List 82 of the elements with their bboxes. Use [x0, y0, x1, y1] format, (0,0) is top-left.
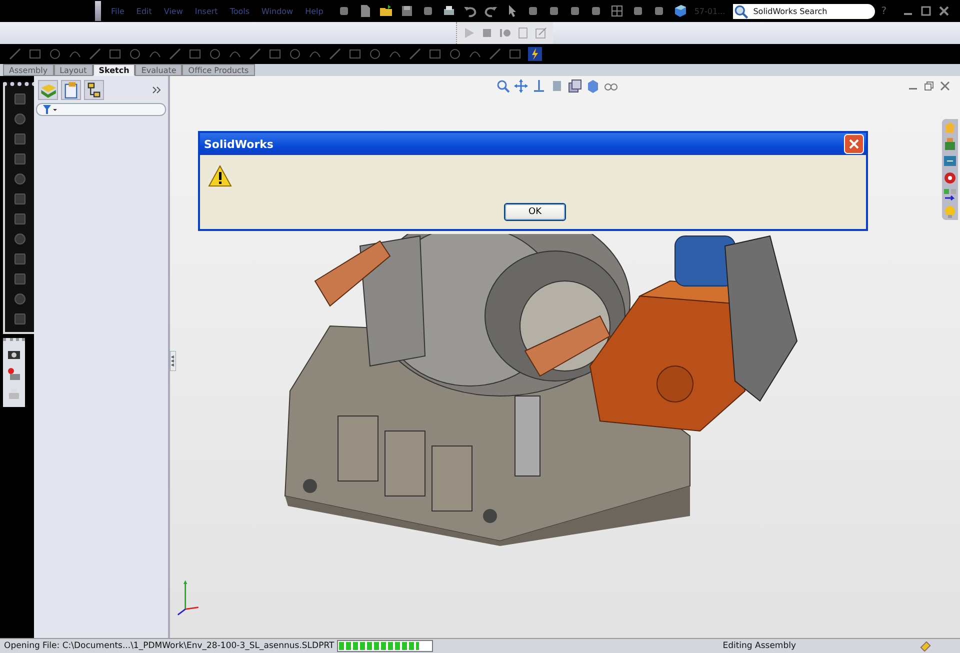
warning-icon — [208, 165, 232, 187]
close-icon[interactable] — [940, 81, 950, 91]
folder-icon[interactable] — [379, 4, 394, 18]
feature-tool-icon[interactable] — [12, 292, 26, 306]
menu-item[interactable]: Help — [305, 6, 324, 16]
sketch-tool-icon[interactable] — [488, 47, 502, 61]
sketch-tool-icon[interactable] — [48, 47, 62, 61]
redo-icon[interactable] — [484, 4, 498, 18]
record-icon[interactable] — [499, 27, 511, 39]
print-icon[interactable] — [442, 4, 456, 18]
record-icon[interactable] — [7, 367, 21, 381]
printer-icon[interactable] — [7, 387, 21, 401]
feature-tool-icon[interactable] — [12, 152, 26, 166]
sketch-tool-icon[interactable] — [28, 47, 42, 61]
sketch-tool-icon[interactable] — [428, 47, 442, 61]
command-tab[interactable]: Layout — [54, 64, 93, 76]
ok-button[interactable]: OK — [504, 203, 566, 221]
menu-item[interactable]: Window — [262, 6, 294, 16]
search-icon — [733, 4, 752, 18]
feature-tool-icon[interactable] — [12, 212, 26, 226]
command-tab[interactable]: Evaluate — [135, 64, 182, 76]
save-icon[interactable] — [400, 4, 414, 18]
sketch-tool-icon[interactable] — [208, 47, 222, 61]
expand-icon[interactable] — [152, 85, 162, 95]
sketch-tool-icon[interactable] — [168, 47, 182, 61]
command-tab[interactable]: Office Products — [182, 64, 255, 76]
command-tab[interactable]: Assembly — [3, 64, 54, 76]
view-orientation-icon[interactable] — [568, 79, 582, 93]
close-icon[interactable] — [938, 6, 949, 16]
sketch-tool-icon[interactable] — [368, 47, 382, 61]
maximize-icon[interactable] — [920, 6, 931, 16]
sketch-tool-icon[interactable] — [108, 47, 122, 61]
sketch-tool-icon[interactable] — [508, 47, 522, 61]
sketch-tool-icon[interactable] — [128, 47, 142, 61]
filter-field[interactable] — [36, 103, 166, 116]
document-name: 57-01... — [694, 6, 726, 16]
menu-item[interactable]: Edit — [136, 6, 152, 16]
menu-item[interactable]: File — [111, 6, 124, 16]
feature-tool-icon[interactable] — [12, 172, 26, 186]
toolbar-grip[interactable] — [95, 1, 101, 21]
sketch-tool-icon[interactable] — [448, 47, 462, 61]
play-icon[interactable] — [463, 27, 475, 39]
restore-icon[interactable] — [924, 81, 934, 91]
sketch-tool-icon[interactable] — [8, 47, 22, 61]
feature-tool-icon[interactable] — [12, 272, 26, 286]
menu-item[interactable]: Insert — [194, 6, 218, 16]
feature-tool-icon[interactable] — [12, 192, 26, 206]
pan-icon[interactable] — [514, 79, 528, 93]
stop-icon[interactable] — [481, 27, 493, 39]
feature-tool-icon[interactable] — [12, 92, 26, 106]
panel-splitter-handle[interactable] — [170, 351, 176, 371]
sketch-tool-icon[interactable] — [268, 47, 282, 61]
menu-item[interactable]: View — [164, 6, 183, 16]
status-message: Opening File: C:\Documents...\1_PDMWork\Env_28-100-3_SL_asennus.SLDPRT — [4, 641, 334, 651]
feature-tool-icon[interactable] — [12, 112, 26, 126]
feature-tool-icon[interactable] — [12, 252, 26, 266]
command-tab[interactable]: Sketch — [92, 64, 136, 76]
feature-tool-icon[interactable] — [12, 312, 26, 326]
lightning-icon[interactable] — [528, 47, 542, 61]
feature-tool-icon[interactable] — [12, 132, 26, 146]
grid-icon[interactable] — [610, 4, 624, 18]
status-mode: Editing Assembly — [722, 641, 796, 651]
sketch-tool-icon[interactable] — [248, 47, 262, 61]
menu-item[interactable]: Tools — [230, 6, 250, 16]
sketch-tool-icon[interactable] — [188, 47, 202, 61]
edit-icon[interactable] — [535, 27, 547, 39]
help-button[interactable]: ? — [881, 6, 887, 16]
cube-icon[interactable] — [673, 4, 688, 18]
dialog-title: SolidWorks — [204, 138, 274, 150]
filter-icon — [43, 104, 57, 114]
undo-icon[interactable] — [463, 4, 478, 18]
search-field[interactable]: SolidWorks Search — [751, 4, 876, 18]
sketch-tool-icon[interactable] — [348, 47, 362, 61]
configuration-icon[interactable] — [84, 80, 104, 100]
sketch-tool-icon[interactable] — [88, 47, 102, 61]
zoom-icon[interactable] — [496, 79, 510, 93]
feature-tool-icon[interactable] — [12, 232, 26, 246]
sketch-tool-icon[interactable] — [288, 47, 302, 61]
sketch-tool-icon[interactable] — [408, 47, 422, 61]
document-icon[interactable] — [358, 4, 372, 18]
clipboard-icon[interactable] — [61, 80, 81, 100]
sketch-tool-icon[interactable] — [328, 47, 342, 61]
